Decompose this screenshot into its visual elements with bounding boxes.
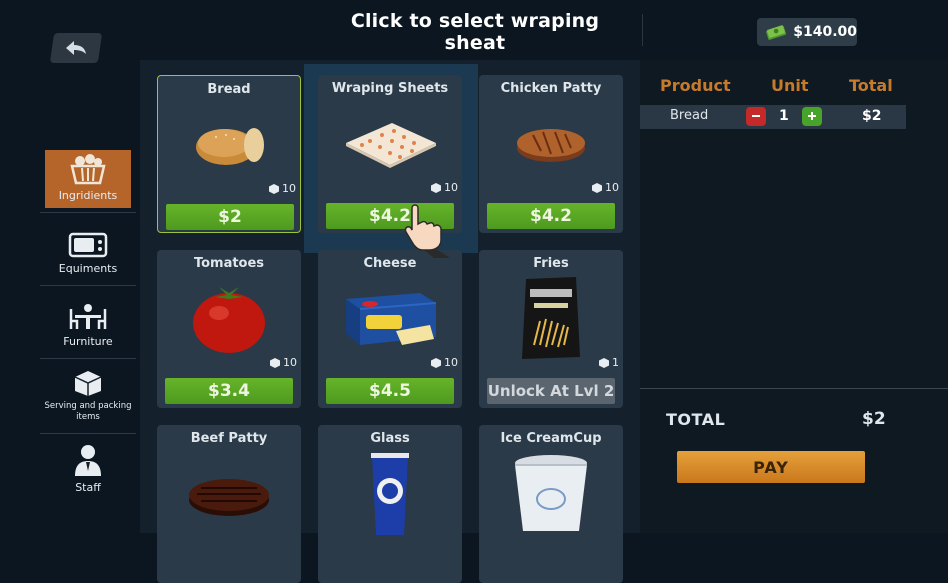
sidebar-divider (40, 433, 136, 434)
product-name: Bread (207, 82, 251, 97)
table-chairs-icon (69, 304, 107, 329)
ice-cream-cup-icon (515, 455, 587, 531)
locked-price-button: Unlock At Lvl 2 (487, 378, 615, 404)
stock-quantity: 10 (431, 181, 458, 194)
product-card-ice-creamcup[interactable]: Ice CreamCup (479, 425, 623, 583)
person-icon (75, 445, 101, 476)
product-name: Wraping Sheets (331, 81, 449, 96)
cash-icon (766, 25, 787, 40)
box-icon (74, 371, 102, 396)
order-table-header: Product Unit Total (640, 76, 948, 98)
product-card-beef-patty[interactable]: Beef Patty (157, 425, 301, 583)
cheese-icon (346, 293, 437, 345)
buy-price-button[interactable]: $2 (166, 204, 294, 230)
money-display: $140.00 (757, 18, 857, 46)
sidebar-item-label: Serving and packing items (44, 401, 132, 422)
box-icon (270, 357, 280, 368)
stock-quantity: 10 (592, 181, 619, 194)
stock-quantity: 10 (269, 182, 296, 195)
product-name: Glass (370, 431, 410, 446)
fries-bag-icon (522, 277, 580, 359)
header-divider (642, 14, 643, 46)
total-value: $2 (862, 409, 886, 429)
order-product-name: Bread (670, 108, 709, 123)
box-icon (599, 357, 609, 368)
instruction-text: Click to select wraping sheat (350, 10, 600, 54)
wrapping-sheet-icon (346, 123, 436, 168)
order-row-total: $2 (862, 108, 882, 124)
sidebar-item-staff[interactable]: Staff (40, 438, 136, 500)
glass-icon (371, 453, 409, 535)
increase-quantity-button[interactable] (802, 107, 822, 126)
buy-price-button[interactable]: $3.4 (165, 378, 293, 404)
column-header-product: Product (660, 76, 731, 95)
back-button[interactable] (49, 33, 103, 63)
sidebar-item-label: Staff (75, 481, 101, 494)
product-card-bread[interactable]: Bread 10 $2 (157, 75, 301, 233)
sidebar-item-ingridients[interactable]: Ingridients (45, 150, 131, 208)
stock-quantity: 1 (599, 356, 619, 369)
buy-price-button[interactable]: $4.5 (326, 378, 454, 404)
microwave-icon (68, 232, 108, 258)
product-card-tomatoes[interactable]: Tomatoes 10 $3.4 (157, 250, 301, 408)
sidebar-divider (40, 358, 136, 359)
bread-icon (196, 128, 264, 165)
product-name: Tomatoes (193, 256, 265, 271)
sidebar-item-equiments[interactable]: Equiments (40, 217, 136, 281)
product-card-glass[interactable]: Glass (318, 425, 462, 583)
tomato-icon (193, 287, 265, 353)
sidebar-divider (40, 212, 136, 213)
box-icon (431, 357, 441, 368)
product-name: Fries (533, 256, 569, 271)
pointing-hand-icon (398, 200, 456, 262)
box-icon (592, 182, 602, 193)
stock-quantity: 10 (270, 356, 297, 369)
product-name: Beef Patty (190, 431, 268, 446)
sidebar-item-serving-packing[interactable]: Serving and packing items (40, 363, 136, 429)
product-name: Ice CreamCup (500, 431, 602, 446)
money-amount: $140.00 (793, 24, 857, 40)
beef-patty-icon (189, 479, 269, 516)
sidebar-item-furniture[interactable]: Furniture (40, 290, 136, 354)
minus-icon (752, 115, 760, 117)
chicken-patty-icon (517, 129, 585, 162)
decrease-quantity-button[interactable] (746, 107, 766, 126)
sidebar-item-label: Ingridients (58, 189, 118, 202)
total-divider (640, 388, 948, 389)
back-arrow-icon (66, 41, 86, 55)
order-unit-count: 1 (779, 108, 789, 124)
sidebar-item-label: Equiments (58, 262, 118, 275)
product-card-cheese[interactable]: Cheese 10 $4.5 (318, 250, 462, 408)
basket-icon (70, 154, 106, 185)
plus-icon (808, 112, 816, 120)
order-row: Bread 1 $2 (640, 105, 906, 129)
box-icon (431, 182, 441, 193)
column-header-total: Total (849, 76, 893, 95)
stock-quantity: 10 (431, 356, 458, 369)
pay-button[interactable]: PAY (677, 451, 865, 483)
total-label: TOTAL (666, 410, 726, 429)
product-name: Chicken Patty (500, 81, 602, 96)
column-header-unit: Unit (771, 76, 809, 95)
sidebar-divider (40, 285, 136, 286)
category-sidebar: Ingridients Equiments Furniture Serving … (40, 150, 136, 500)
sidebar-item-label: Furniture (63, 335, 113, 348)
product-card-chicken-patty[interactable]: Chicken Patty 10 $4.2 (479, 75, 623, 233)
box-icon (269, 183, 279, 194)
product-card-fries[interactable]: Fries 1 Unlock At Lvl 2 (479, 250, 623, 408)
buy-price-button[interactable]: $4.2 (487, 203, 615, 229)
